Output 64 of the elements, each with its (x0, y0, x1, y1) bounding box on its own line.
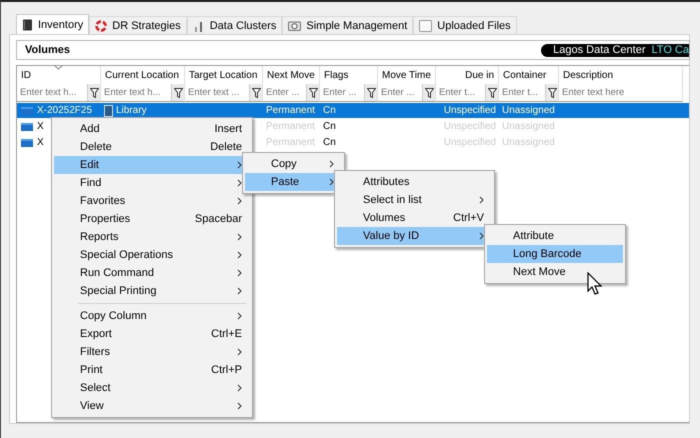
filter-icon (90, 88, 98, 98)
menu-item[interactable]: Reports (54, 228, 250, 246)
filter-button[interactable] (364, 84, 377, 101)
media-label: LTO Ca (652, 44, 689, 56)
menu-item[interactable]: Long Barcode (487, 245, 623, 263)
menu-item[interactable]: Filters (54, 343, 250, 361)
menu-item[interactable]: Select (54, 379, 250, 397)
table-cell: Permanent (266, 105, 315, 116)
table-cell: X (37, 137, 44, 148)
menu-item[interactable]: Next Move (487, 263, 623, 281)
menu-item[interactable]: View (54, 397, 250, 415)
table-cell: Library (116, 105, 147, 116)
tape-icon (20, 121, 34, 132)
table-cell: Unassigned (502, 105, 555, 116)
menu-item[interactable]: Special Printing (54, 282, 250, 300)
tab[interactable]: Data Clusters (186, 16, 282, 34)
table-cell: X (37, 121, 44, 132)
tape-icon (20, 137, 34, 148)
menu-item[interactable]: Add Insert (54, 120, 250, 138)
tab[interactable]: Inventory (16, 14, 90, 34)
filter-icon (366, 88, 376, 98)
filter-button[interactable] (171, 84, 184, 101)
menu-item[interactable]: Special Operations (54, 246, 250, 264)
document-icon (419, 20, 432, 32)
filter-button[interactable] (87, 84, 100, 101)
filter-icon (548, 88, 556, 98)
menu-item[interactable]: Favorites (54, 192, 250, 210)
filter-button[interactable] (249, 84, 262, 101)
menu-item[interactable]: Select in list (337, 191, 492, 209)
bars-icon (192, 20, 205, 32)
filter-button[interactable] (306, 84, 319, 101)
camera-icon (288, 20, 302, 31)
filter-icon (252, 88, 260, 98)
menu-item[interactable]: Print Ctrl+P (54, 361, 250, 379)
menu-item[interactable]: Volumes Ctrl+V (337, 209, 492, 227)
filter-icon (424, 88, 434, 98)
filter-icon (174, 88, 182, 98)
lifebuoy-icon (95, 20, 108, 32)
book-icon (104, 104, 113, 116)
sort-icon (54, 65, 63, 70)
menu-item[interactable]: Delete Delete (54, 138, 250, 156)
filter-icon (308, 88, 318, 98)
tab[interactable]: Simple Management (282, 16, 414, 34)
menu-item[interactable]: Copy Column (54, 307, 250, 325)
menu-item[interactable]: Properties Spacebar (54, 210, 250, 228)
table-cell: Cn (323, 137, 336, 148)
filter-button[interactable] (545, 84, 558, 101)
book-icon (22, 18, 33, 30)
tab[interactable]: Uploaded Files (413, 16, 517, 34)
table-cell: Unspecified (444, 105, 496, 116)
table-cell: X-20252F25 (37, 105, 92, 116)
table-cell: Cn (323, 121, 336, 132)
tab[interactable]: DR Strategies (89, 16, 187, 34)
table-cell: Cn (323, 105, 336, 116)
filter-icon (488, 88, 496, 98)
location-label: Lagos Data Center (553, 44, 646, 56)
menu-item[interactable]: Run Command (54, 264, 250, 282)
filter-button[interactable] (422, 84, 435, 101)
tape-icon (20, 105, 34, 116)
menu-item[interactable]: Export Ctrl+E (54, 325, 250, 343)
mouse-pointer-icon (587, 272, 603, 296)
filter-button[interactable] (485, 84, 498, 101)
selected-row[interactable]: X-20252F25 Library Permanent Cn Unspecified Unassigned (17, 103, 689, 118)
panel-title: Volumes (25, 44, 70, 56)
